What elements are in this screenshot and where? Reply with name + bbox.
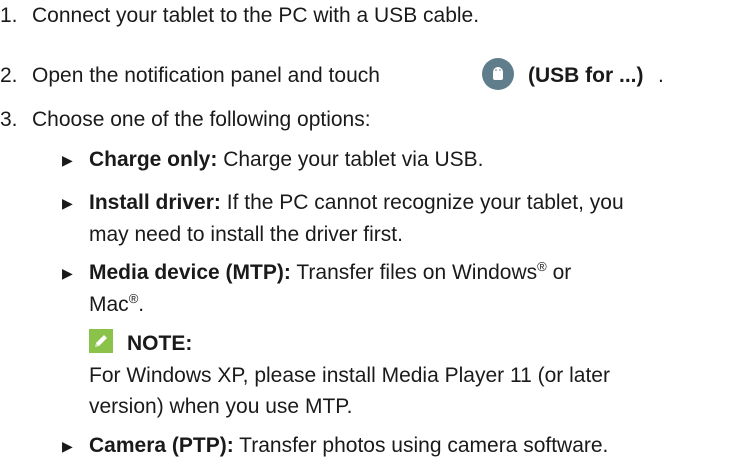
- bullet-icon: ▶: [62, 195, 73, 211]
- option-term: Media device (MTP):: [89, 261, 291, 284]
- note-line-2: version) when you use MTP.: [89, 395, 353, 418]
- bullet-icon: ▶: [62, 265, 73, 281]
- step-3: 3. Choose one of the following options:: [0, 106, 371, 133]
- option-desc: Transfer files on Windows: [296, 261, 538, 284]
- option-desc-period: .: [138, 293, 145, 316]
- option-camera: Camera (PTP): Transfer photos using came…: [89, 432, 608, 459]
- step-text: Connect your tablet to the PC with a USB…: [32, 4, 480, 27]
- option-desc: Charge your tablet via USB.: [223, 148, 484, 171]
- step-number: 1.: [0, 4, 18, 27]
- step-text: Choose one of the following options:: [32, 108, 371, 131]
- option-desc: Transfer photos using camera software.: [239, 434, 609, 457]
- option-desc-cont: may need to install the driver first.: [89, 223, 403, 246]
- option-install-driver: Install driver: If the PC cannot recogni…: [89, 189, 624, 216]
- bullet-icon: ▶: [62, 438, 73, 454]
- step-bold-text: (USB for ...): [528, 64, 644, 87]
- note-heading: NOTE:: [127, 332, 193, 355]
- bullet-icon: ▶: [62, 152, 73, 168]
- option-term: Charge only:: [89, 148, 218, 171]
- registered-mark: ®: [128, 291, 139, 306]
- step-1: 1. Connect your tablet to the PC with a …: [0, 2, 479, 29]
- option-term: Camera (PTP):: [89, 434, 234, 457]
- step-number: 3.: [0, 108, 18, 131]
- step-text: Open the notification panel and touch: [32, 64, 380, 87]
- pencil-note-icon: [89, 329, 113, 353]
- option-media-device: Media device (MTP): Transfer files on Wi…: [89, 259, 571, 286]
- step-period: .: [658, 64, 664, 87]
- option-desc-cont: Mac: [89, 293, 129, 316]
- note-line-1: For Windows XP, please install Media Pla…: [89, 364, 610, 387]
- option-desc-tail: or: [546, 261, 572, 284]
- step-number: 2.: [0, 64, 18, 87]
- step-2: 2. Open the notification panel and touch…: [0, 62, 750, 89]
- option-media-device-cont: Mac®.: [89, 291, 144, 318]
- android-icon: [493, 67, 503, 80]
- option-term: Install driver:: [89, 191, 221, 214]
- usb-notification-icon: [482, 58, 514, 90]
- registered-mark: ®: [537, 259, 547, 274]
- option-install-driver-cont: may need to install the driver first.: [89, 221, 403, 248]
- option-charge-only: Charge only: Charge your tablet via USB.: [89, 146, 484, 173]
- option-desc: If the PC cannot recognize your tablet, …: [226, 191, 624, 214]
